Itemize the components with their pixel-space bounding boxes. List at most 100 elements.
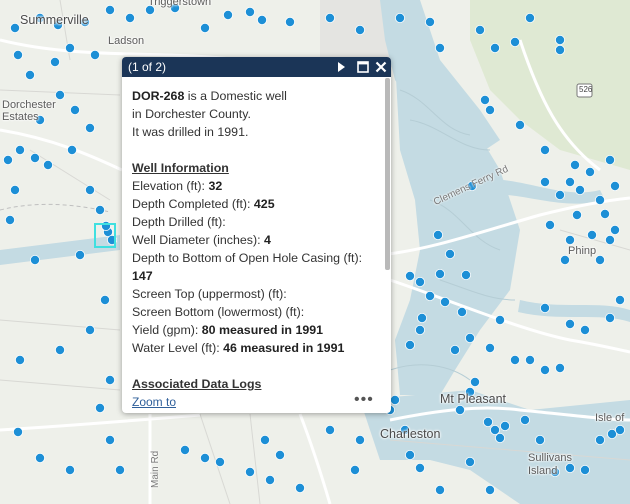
well-marker[interactable] <box>575 184 586 195</box>
well-marker[interactable] <box>494 314 505 325</box>
well-marker[interactable] <box>540 144 551 155</box>
well-marker[interactable] <box>494 432 505 443</box>
associated-data-logs-heading[interactable]: Associated Data Logs <box>132 375 380 391</box>
well-marker[interactable] <box>43 159 54 170</box>
well-marker[interactable] <box>489 43 500 54</box>
well-marker[interactable] <box>595 194 606 205</box>
well-marker[interactable] <box>199 22 210 33</box>
well-marker[interactable] <box>545 219 556 230</box>
well-marker[interactable] <box>449 344 460 355</box>
well-marker[interactable] <box>324 12 335 23</box>
well-marker[interactable] <box>605 154 616 165</box>
well-marker[interactable] <box>259 434 270 445</box>
next-feature-button[interactable] <box>332 58 350 76</box>
well-marker[interactable] <box>244 466 255 477</box>
well-marker[interactable] <box>479 95 490 106</box>
well-marker[interactable] <box>610 224 621 235</box>
well-marker[interactable] <box>5 214 15 225</box>
well-marker[interactable] <box>434 268 445 279</box>
well-marker[interactable] <box>9 22 20 33</box>
close-button[interactable] <box>372 58 390 76</box>
well-marker[interactable] <box>464 332 475 343</box>
well-marker[interactable] <box>585 166 596 177</box>
well-marker[interactable] <box>414 276 425 287</box>
well-marker[interactable] <box>85 324 96 335</box>
well-marker[interactable] <box>432 229 443 240</box>
well-marker[interactable] <box>199 452 210 463</box>
well-marker[interactable] <box>9 184 20 195</box>
well-marker[interactable] <box>565 234 576 245</box>
well-marker[interactable] <box>85 123 96 134</box>
well-marker[interactable] <box>12 426 23 437</box>
well-marker[interactable] <box>95 402 106 413</box>
well-marker[interactable] <box>610 180 621 191</box>
well-marker[interactable] <box>349 464 360 475</box>
well-marker[interactable] <box>105 374 116 385</box>
popup-scrollbar[interactable] <box>385 78 391 392</box>
well-marker[interactable] <box>520 414 531 425</box>
well-marker[interactable] <box>587 229 598 240</box>
well-marker[interactable] <box>256 14 267 25</box>
zoom-to-link[interactable]: Zoom to <box>132 395 176 409</box>
well-marker[interactable] <box>555 189 566 200</box>
well-marker[interactable] <box>484 484 495 495</box>
maximize-button[interactable] <box>354 58 372 76</box>
well-marker[interactable] <box>55 344 66 355</box>
well-marker[interactable] <box>424 16 435 27</box>
well-marker[interactable] <box>95 204 106 215</box>
well-marker[interactable] <box>65 464 76 475</box>
well-marker[interactable] <box>3 154 13 165</box>
well-marker[interactable] <box>615 424 626 435</box>
well-marker[interactable] <box>125 12 136 23</box>
well-marker[interactable] <box>600 208 611 219</box>
well-marker[interactable] <box>100 294 111 305</box>
well-marker[interactable] <box>499 420 510 431</box>
well-marker[interactable] <box>404 449 415 460</box>
well-marker[interactable] <box>595 434 606 445</box>
well-marker[interactable] <box>75 249 86 260</box>
well-marker[interactable] <box>389 394 400 405</box>
well-marker[interactable] <box>414 324 425 335</box>
well-marker[interactable] <box>424 290 435 301</box>
well-marker[interactable] <box>214 456 225 467</box>
well-marker[interactable] <box>294 482 305 493</box>
well-marker[interactable] <box>70 105 81 116</box>
well-marker[interactable] <box>404 270 415 281</box>
well-marker[interactable] <box>605 234 616 245</box>
well-marker[interactable] <box>525 354 536 365</box>
well-marker[interactable] <box>565 176 576 187</box>
well-marker[interactable] <box>474 24 485 35</box>
well-marker[interactable] <box>439 296 450 307</box>
well-marker[interactable] <box>595 254 606 265</box>
well-marker[interactable] <box>555 362 566 373</box>
well-marker[interactable] <box>14 144 25 155</box>
well-marker[interactable] <box>482 416 493 427</box>
well-marker[interactable] <box>274 449 285 460</box>
well-marker[interactable] <box>65 43 76 54</box>
well-marker[interactable] <box>615 294 626 305</box>
well-marker[interactable] <box>525 12 536 23</box>
well-marker[interactable] <box>570 159 581 170</box>
well-marker[interactable] <box>12 50 23 61</box>
well-marker[interactable] <box>29 254 40 265</box>
well-marker[interactable] <box>555 35 566 46</box>
well-marker[interactable] <box>416 312 427 323</box>
well-marker[interactable] <box>354 24 365 35</box>
well-marker[interactable] <box>404 339 415 350</box>
well-marker[interactable] <box>605 312 616 323</box>
well-marker[interactable] <box>572 209 583 220</box>
well-marker[interactable] <box>394 12 405 23</box>
well-marker[interactable] <box>179 444 190 455</box>
well-marker[interactable] <box>115 464 126 475</box>
well-marker[interactable] <box>35 452 46 463</box>
well-marker[interactable] <box>509 37 520 48</box>
well-marker[interactable] <box>540 176 551 187</box>
well-marker[interactable] <box>484 342 495 353</box>
more-actions-icon[interactable]: ••• <box>354 392 374 408</box>
well-marker[interactable] <box>540 302 551 313</box>
well-marker[interactable] <box>434 484 445 495</box>
well-marker[interactable] <box>540 364 551 375</box>
well-marker[interactable] <box>105 5 116 15</box>
well-marker[interactable] <box>85 184 96 195</box>
well-marker[interactable] <box>464 456 475 467</box>
